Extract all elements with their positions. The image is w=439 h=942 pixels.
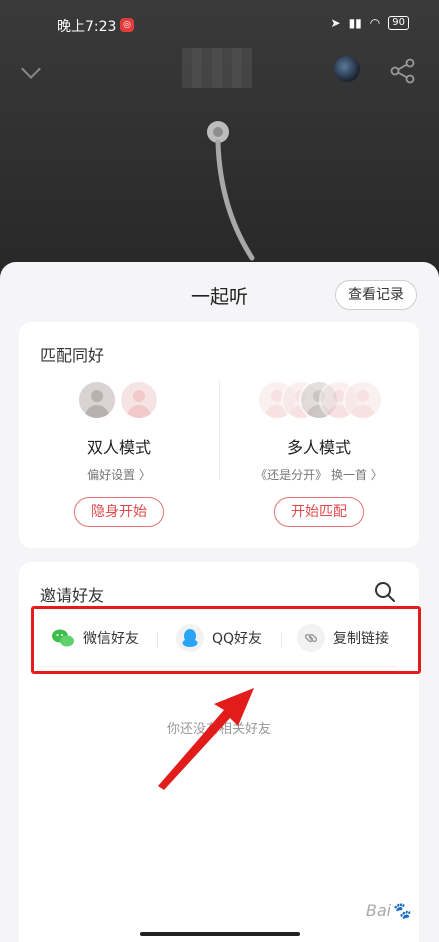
- highlight-box: [31, 606, 421, 674]
- annotation-arrow: [158, 688, 254, 790]
- match-section-title: 匹配同好: [40, 346, 105, 365]
- duo-avatar-2: [119, 380, 159, 420]
- user-avatar[interactable]: [334, 56, 360, 82]
- multi-avatar-5: [343, 380, 383, 420]
- status-bar: 晚上7:23 ◎ ➤ ▮▮ ◠ 90: [0, 14, 439, 38]
- start-match-button[interactable]: 开始匹配: [274, 497, 364, 527]
- battery-icon: 90: [388, 16, 409, 30]
- signal-icon: ▮▮: [348, 16, 362, 30]
- duo-mode-name: 双人模式: [86, 438, 151, 457]
- listen-together-sheet: 一起听 查看记录 匹配同好 双人模式 偏好设置 〉 隐身开始 多人模式 《还是分…: [0, 262, 439, 942]
- view-records-button[interactable]: 查看记录: [335, 280, 417, 310]
- status-time: 晚上7:23: [57, 19, 117, 35]
- wifi-icon: ◠: [369, 16, 381, 30]
- invite-section-title: 邀请好友: [40, 586, 105, 605]
- duo-mode[interactable]: 双人模式 偏好设置 〉 隐身开始: [19, 378, 219, 527]
- home-indicator[interactable]: [140, 932, 300, 936]
- duo-avatar-1: [77, 380, 117, 420]
- duo-preference-link[interactable]: 偏好设置 〉: [19, 466, 219, 483]
- change-song-link[interactable]: 《还是分开》 换一首 〉: [219, 466, 419, 483]
- match-card: 匹配同好 双人模式 偏好设置 〉 隐身开始 多人模式 《还是分开》 换一首 〉 …: [19, 322, 419, 548]
- multi-mode[interactable]: 多人模式 《还是分开》 换一首 〉 开始匹配: [219, 378, 419, 527]
- multi-mode-name: 多人模式: [286, 438, 351, 457]
- collapse-chevron-icon[interactable]: [21, 59, 41, 79]
- turntable-needle: [207, 121, 255, 261]
- share-icon[interactable]: [390, 58, 416, 84]
- location-icon: ➤: [330, 16, 341, 30]
- watermark: Bai🐾: [365, 901, 411, 920]
- stealth-start-button[interactable]: 隐身开始: [74, 497, 164, 527]
- blurred-song-title: [182, 48, 252, 88]
- player-background: 晚上7:23 ◎ ➤ ▮▮ ◠ 90: [0, 0, 439, 300]
- app-notification-icon: ◎: [120, 18, 134, 32]
- search-icon[interactable]: [373, 580, 397, 604]
